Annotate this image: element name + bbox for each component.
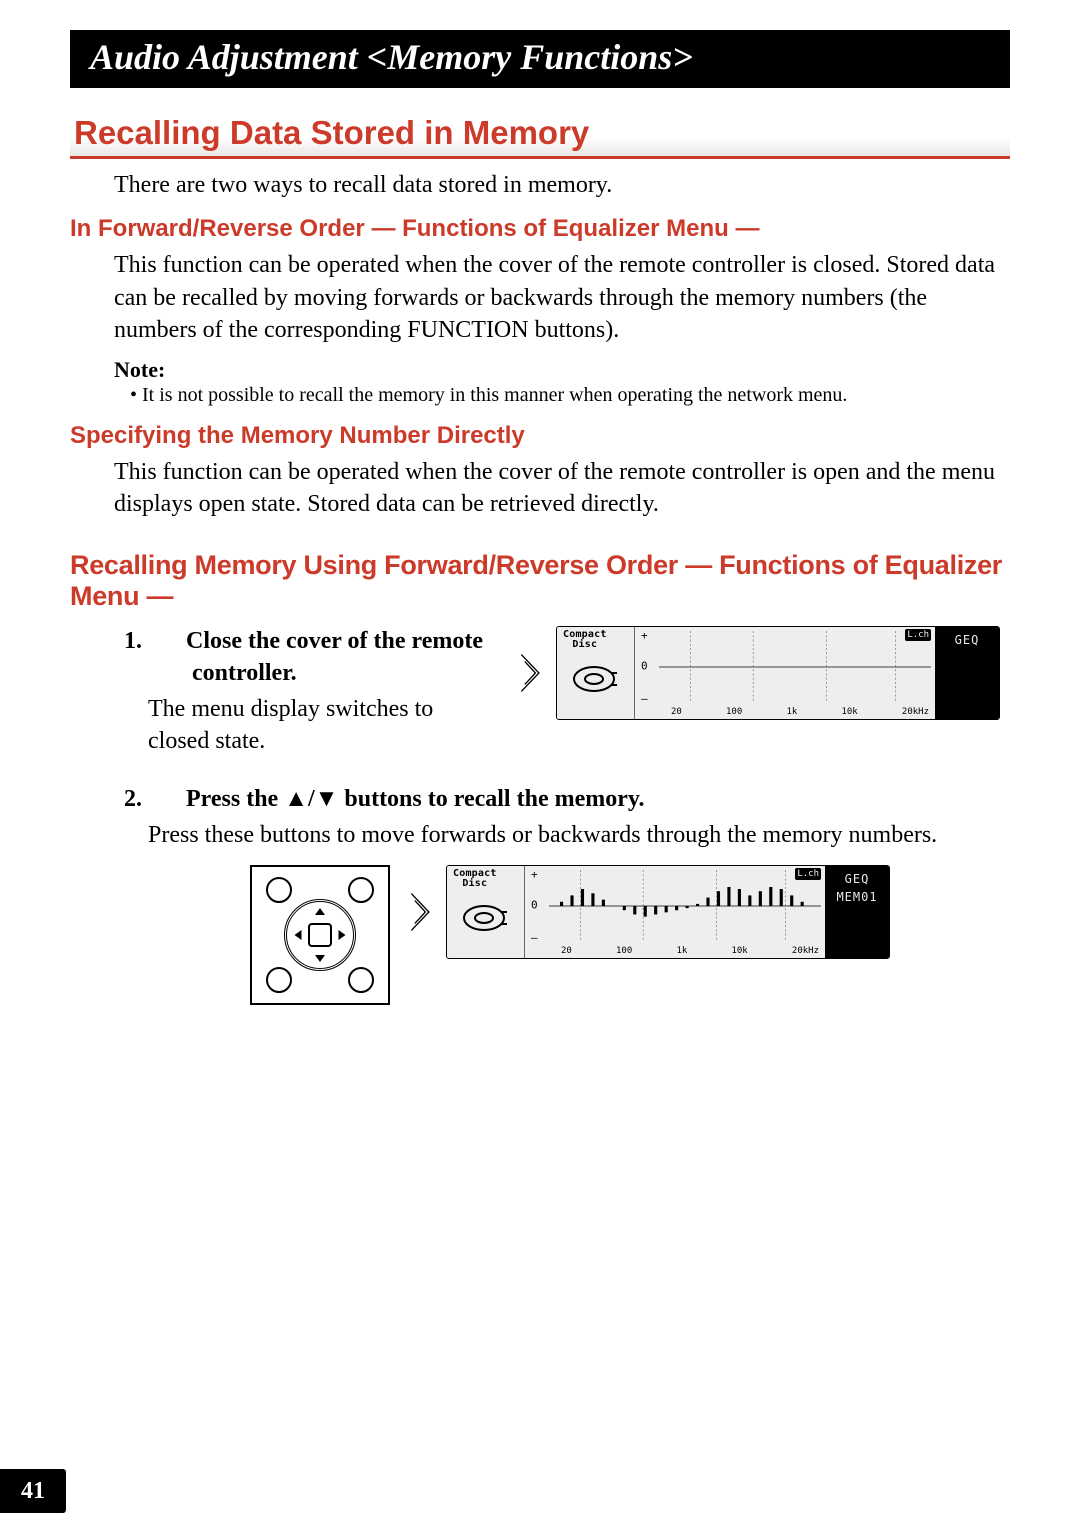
step-2-head: 2.Press the ▲/▼ buttons to recall the me… [158, 784, 1000, 815]
sub2-body: This function can be operated when the c… [114, 456, 1000, 521]
lcd-geq-label: GEQ [955, 633, 980, 647]
sub1-body: This function can be operated when the c… [114, 249, 1000, 346]
lcd-eq-area-curve: + 0 – [525, 866, 825, 958]
axis-minus: – [531, 931, 538, 944]
step-1-title: Close the cover of the remote controller… [186, 628, 483, 685]
axis-zero: 0 [641, 659, 648, 672]
note-label: Note: [114, 357, 1010, 383]
axis-plus: + [641, 629, 648, 642]
section-title: Recalling Data Stored in Memory [70, 112, 1010, 159]
step-2-body: Press these buttons to move forwards or … [148, 819, 1010, 851]
step-1-body: The menu display switches to closed stat… [148, 693, 498, 758]
step-2-display-wrap: CompactDisc + 0 – [406, 865, 890, 959]
disc-icon [571, 663, 617, 695]
step-2-row: 2.Press the ▲/▼ buttons to recall the me… [114, 784, 1000, 815]
lcd-axis-labels: 20 100 1k 10k 20kHz [561, 946, 819, 956]
step-2-title: Press the ▲/▼ buttons to recall the memo… [186, 786, 645, 812]
axis-zero: 0 [531, 898, 538, 911]
remote-controller-illustration [250, 865, 390, 1005]
axis-plus: + [531, 868, 538, 881]
lcd-mem-label: MEM01 [836, 890, 877, 904]
step-2-number: 2. [158, 784, 186, 815]
procedure-heading: Recalling Memory Using Forward/Reverse O… [70, 550, 1010, 612]
step-1-head: 1.Close the cover of the remote controll… [158, 626, 498, 688]
step-1-display-wrap: CompactDisc + 0 – [516, 626, 1000, 720]
lcd-axis-labels: 20 100 1k 10k 20kHz [671, 707, 929, 717]
lcd-source-area: CompactDisc [557, 627, 635, 719]
lcd-channel: L.ch [795, 868, 821, 880]
chapter-title: Audio Adjustment <Memory Functions> [70, 30, 1010, 88]
lcd-source-area: CompactDisc [447, 866, 525, 958]
note-bullet: • It is not possible to recall the memor… [130, 383, 1010, 408]
page-number: 41 [0, 1469, 66, 1513]
note-text: It is not possible to recall the memory … [142, 384, 847, 406]
lcd-display-2: CompactDisc + 0 – [446, 865, 890, 959]
lcd-geq-label: GEQ [845, 872, 870, 886]
step-2-diagram: CompactDisc + 0 – [130, 865, 1010, 1005]
disc-icon [461, 902, 507, 934]
lcd-mode-area: GEQ [935, 627, 999, 719]
subheading-forward-reverse: In Forward/Reverse Order — Functions of … [70, 215, 1010, 243]
arrow-icon [516, 648, 546, 698]
lcd-mode-area: GEQ MEM01 [825, 866, 889, 958]
axis-minus: – [641, 692, 648, 705]
intro-text: There are two ways to recall data stored… [114, 169, 1000, 201]
lcd-channel: L.ch [905, 629, 931, 641]
subheading-direct: Specifying the Memory Number Directly [70, 422, 1010, 450]
lcd-display-1: CompactDisc + 0 – [556, 626, 1000, 720]
step-1-number: 1. [158, 626, 186, 657]
lcd-eq-area-flat: + 0 – L.ch 20 [635, 627, 935, 719]
dpad-icon [284, 899, 356, 971]
arrow-icon [406, 887, 436, 937]
step-1-row: 1.Close the cover of the remote controll… [114, 626, 1000, 757]
